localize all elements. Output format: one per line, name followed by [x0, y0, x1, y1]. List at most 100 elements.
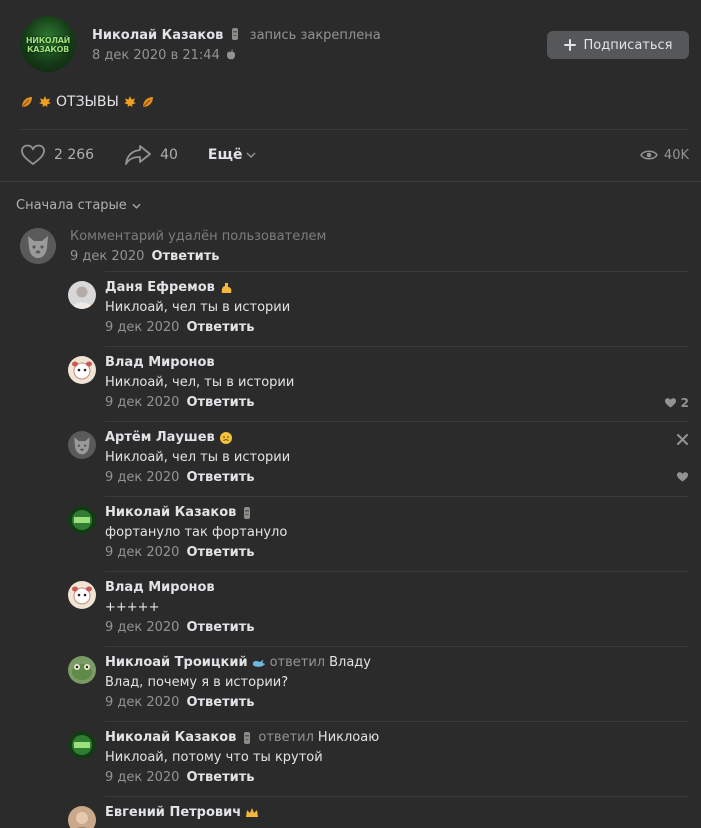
- avatar[interactable]: [68, 656, 96, 684]
- author-avatar[interactable]: НИКОЛАЙ КАЗАКОВ: [20, 16, 76, 72]
- crown-emoji-icon: [246, 807, 259, 817]
- reply-to-name[interactable]: Владу: [329, 655, 371, 670]
- dog-icon: [68, 431, 96, 459]
- sort-label: Сначала старые: [16, 198, 127, 213]
- comment-author: Николай Казаков: [105, 505, 254, 520]
- reply-to-name[interactable]: Никлоаю: [318, 730, 379, 745]
- share-button[interactable]: 40: [124, 144, 178, 166]
- author-name[interactable]: Николай Казаков: [105, 505, 236, 520]
- comment-date[interactable]: 9 дек 2020: [105, 695, 179, 710]
- reply-link[interactable]: Ответить: [151, 249, 219, 264]
- comment-date[interactable]: 9 дек 2020: [105, 620, 179, 635]
- comment-date[interactable]: 9 дек 2020: [105, 320, 179, 335]
- divider: [20, 129, 689, 130]
- avatar[interactable]: [68, 281, 96, 309]
- divider: [105, 346, 689, 347]
- post-actions: 2 266 40 Ещё 40K: [20, 140, 689, 170]
- reply-link[interactable]: Ответить: [186, 470, 254, 485]
- heart-icon: [664, 398, 676, 408]
- reply-link[interactable]: Ответить: [186, 695, 254, 710]
- reply-item: Влад Миронов Никлоай, чел, ты в истории …: [68, 346, 689, 421]
- reply-link[interactable]: Ответить: [186, 770, 254, 785]
- moai-emoji-icon: [231, 28, 238, 40]
- post-date[interactable]: 8 дек 2020 в 21:44: [92, 48, 236, 63]
- comment-meta: 9 дек 2020 Ответить: [105, 620, 255, 635]
- avatar[interactable]: [68, 431, 96, 459]
- avatar[interactable]: [68, 806, 96, 828]
- muscle-emoji-icon: [221, 282, 232, 293]
- leaf-emoji-icon: [142, 97, 153, 108]
- reply-item: Влад Миронов +++++ 9 дек 2020 Ответить: [68, 571, 689, 646]
- author-name[interactable]: Евгений Петрович: [105, 805, 241, 820]
- close-glyph-icon: [677, 434, 688, 445]
- author-name[interactable]: Артём Лаушев: [105, 430, 215, 445]
- subscribe-button[interactable]: Подписаться: [547, 31, 689, 59]
- moai-emoji-icon: [244, 731, 251, 744]
- comment-like-button[interactable]: [676, 471, 689, 483]
- author-name[interactable]: Влад Миронов: [105, 580, 215, 595]
- reply-link[interactable]: Ответить: [186, 395, 254, 410]
- author-name[interactable]: Николай Казаков: [92, 28, 223, 43]
- reply-item: Никлоай Троицкий ответил Владу Влад, поч…: [68, 646, 689, 721]
- share-icon: [125, 145, 151, 165]
- divider: [105, 496, 689, 497]
- like-count: 2 266: [54, 147, 95, 163]
- comment-text: фортануло так фортануло: [105, 525, 288, 540]
- comment-date[interactable]: 9 дек 2020: [70, 249, 144, 264]
- comment-meta: 9 дек 2020 Ответить: [105, 470, 255, 485]
- divider: [105, 721, 689, 722]
- comment-date[interactable]: 9 дек 2020: [105, 470, 179, 485]
- reply-link[interactable]: Ответить: [186, 545, 254, 560]
- moai-emoji-icon: [244, 506, 251, 519]
- divider: [105, 646, 689, 647]
- answered-label: ответил: [269, 655, 326, 670]
- author-name[interactable]: Николай Казаков: [105, 730, 236, 745]
- avatar[interactable]: [68, 356, 96, 384]
- user-photo-icon: [68, 281, 96, 309]
- comment-meta: 9 дек 2020 Ответить: [105, 395, 255, 410]
- apple-icon: [227, 49, 235, 60]
- maple-leaf-emoji-icon: [39, 96, 51, 107]
- comment-author: Евгений Петрович: [105, 805, 259, 820]
- chevron-down-icon: [132, 203, 141, 209]
- divider: [105, 271, 689, 272]
- more-button[interactable]: Ещё: [208, 147, 257, 163]
- comment-date[interactable]: 9 дек 2020: [105, 395, 179, 410]
- whale-emoji-icon: [252, 659, 265, 667]
- comment-author: Влад Миронов: [105, 355, 215, 370]
- user-photo-icon: [68, 806, 96, 828]
- avatar[interactable]: [68, 581, 96, 609]
- reply-item: Евгений Петрович: [68, 796, 689, 828]
- close-icon[interactable]: [677, 430, 688, 449]
- reply-link[interactable]: Ответить: [186, 320, 254, 335]
- like-button[interactable]: 2 266: [20, 143, 94, 167]
- divider: [105, 796, 689, 797]
- author-name[interactable]: Влад Миронов: [105, 355, 215, 370]
- avatar[interactable]: [68, 506, 96, 534]
- divider: [105, 571, 689, 572]
- author-name[interactable]: Даня Ефремов: [105, 280, 215, 295]
- comment-date[interactable]: 9 дек 2020: [105, 545, 179, 560]
- subscribe-label: Подписаться: [583, 37, 673, 53]
- sort-dropdown[interactable]: Сначала старые: [16, 198, 141, 213]
- reply-link[interactable]: Ответить: [186, 620, 254, 635]
- avatar[interactable]: [68, 731, 96, 759]
- post-date-text: 8 дек 2020 в 21:44: [92, 48, 220, 63]
- reply-item: Николай Казаков фортануло так фортануло …: [68, 496, 689, 571]
- comment-text: Никлоай, чел ты в истории: [105, 450, 291, 465]
- deleted-comment-text: Комментарий удалён пользователем: [70, 229, 327, 244]
- comment-meta: 9 дек 2020 Ответить: [105, 770, 255, 785]
- dog-icon: [20, 228, 56, 264]
- comment-meta: 9 дек 2020 Ответить: [105, 545, 255, 560]
- avatar-logo-text: НИКОЛАЙ КАЗАКОВ: [25, 36, 71, 54]
- comment-date[interactable]: 9 дек 2020: [105, 770, 179, 785]
- logo-avatar-icon: [68, 731, 96, 759]
- views-count: 40K: [663, 147, 689, 163]
- comment-meta: 9 дек 2020 Ответить: [70, 249, 220, 264]
- comment-meta: 9 дек 2020 Ответить: [105, 320, 255, 335]
- leaf-emoji-icon: [21, 97, 32, 108]
- comment-meta: 9 дек 2020 Ответить: [105, 695, 255, 710]
- comment-author: Артём Лаушев: [105, 430, 233, 445]
- author-name[interactable]: Никлоай Троицкий: [105, 655, 248, 670]
- comment-like-button[interactable]: 2: [664, 396, 689, 410]
